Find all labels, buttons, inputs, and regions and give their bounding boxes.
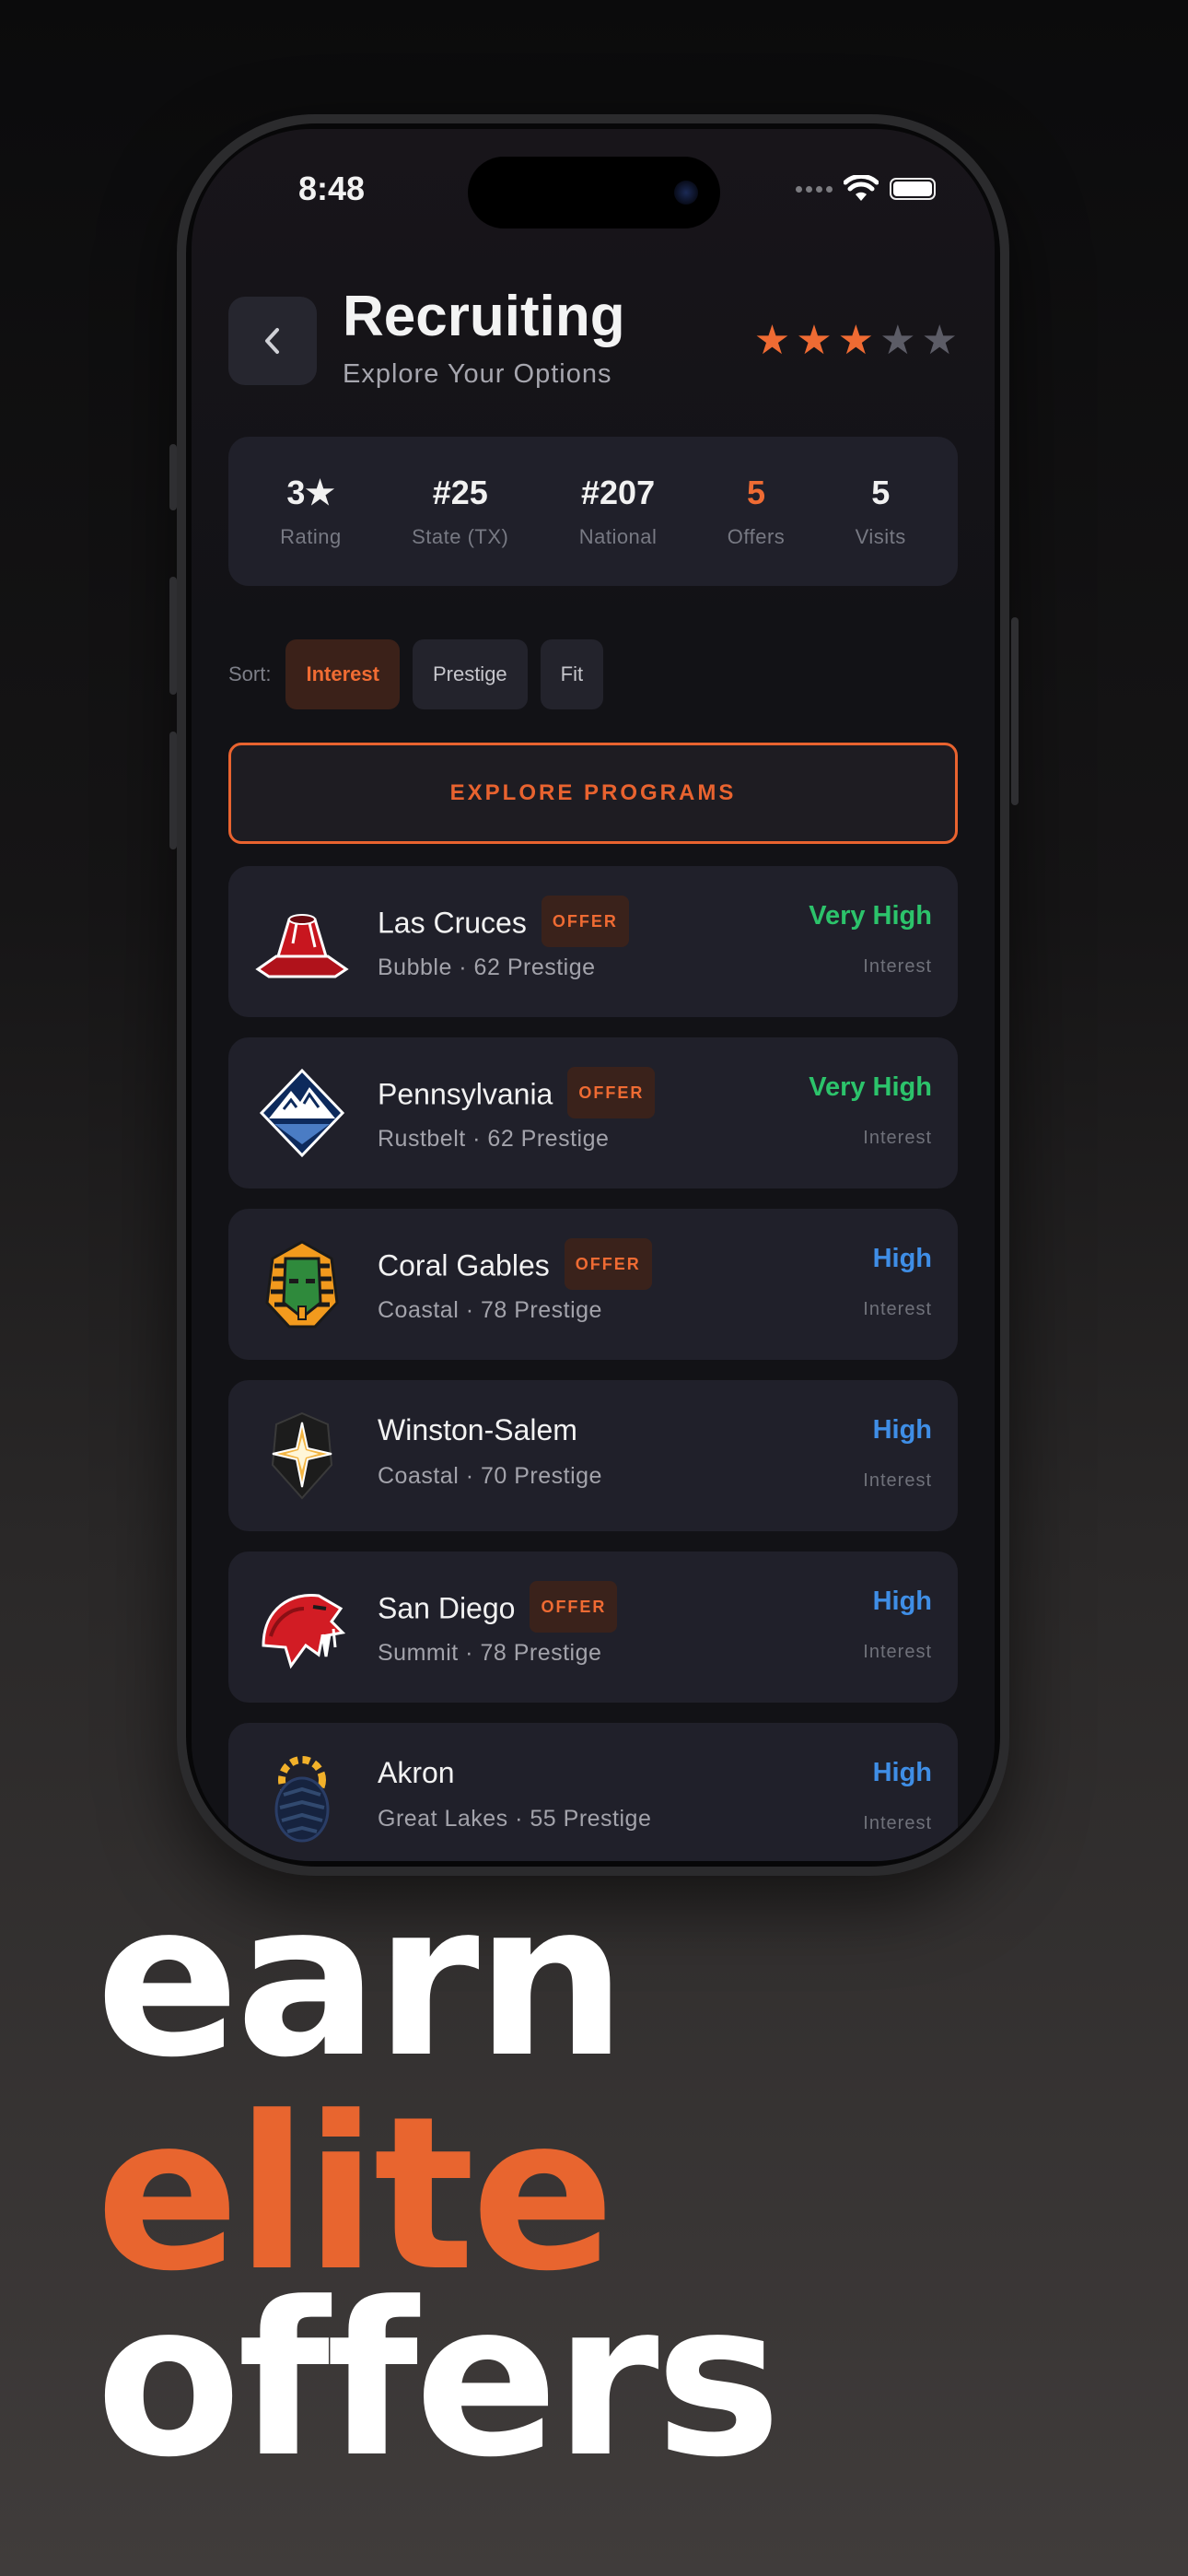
compass-star-icon <box>254 1410 350 1502</box>
tagline-line-3: offers <box>96 2258 781 2504</box>
star-filled-icon: ★ <box>837 317 875 364</box>
sort-chip-interest[interactable]: Interest <box>285 639 400 709</box>
program-card[interactable]: San Diego OFFER Summit · 78 Prestige High In… <box>228 1551 958 1703</box>
interest-level: High <box>872 1415 932 1445</box>
program-meta: Coastal · 78 Prestige <box>378 1297 602 1323</box>
interest-label: Interest <box>863 1813 932 1833</box>
dynamic-island <box>468 157 720 228</box>
program-name: Pennsylvania <box>378 1077 553 1111</box>
sort-chip-fit[interactable]: Fit <box>540 639 604 709</box>
star-rating: ★ ★ ★ ★ ★ <box>754 321 958 361</box>
program-name-row: Las Cruces OFFER <box>378 896 629 951</box>
sort-chip-prestige[interactable]: Prestige <box>412 639 528 709</box>
offer-badge: OFFER <box>541 896 629 947</box>
tagline-line-1: earn <box>96 1858 626 2104</box>
program-meta: Great Lakes · 55 Prestige <box>378 1806 652 1832</box>
sabertooth-icon <box>254 1581 350 1673</box>
program-name: Coral Gables <box>378 1248 550 1282</box>
program-card[interactable]: Pennsylvania OFFER Rustbelt · 62 Prestige V… <box>228 1037 958 1188</box>
program-name: Las Cruces <box>378 906 527 940</box>
stat-value: #25 <box>432 474 488 511</box>
program-name-row: Winston-Salem <box>378 1413 577 1447</box>
phone-power-button <box>1011 617 1019 805</box>
program-meta: Rustbelt · 62 Prestige <box>378 1126 610 1152</box>
sort-bar: Sort: Interest Prestige Fit <box>228 639 604 709</box>
stat-item: #25 State (TX) <box>412 474 508 549</box>
phone-volume-up <box>169 577 177 695</box>
app-screen: 8:48 Recruiting Explore Your Options ★ ★ ★… <box>192 129 995 1861</box>
program-meta: Coastal · 70 Prestige <box>378 1463 602 1489</box>
interest-level: High <box>872 1244 932 1273</box>
page-subtitle: Explore Your Options <box>343 359 612 389</box>
program-name-row: Pennsylvania OFFER <box>378 1067 656 1122</box>
program-meta: Bubble · 62 Prestige <box>378 954 596 980</box>
stat-value: 5 <box>747 474 766 511</box>
program-name-row: Coral Gables OFFER <box>378 1238 652 1294</box>
interest-label: Interest <box>863 1128 932 1148</box>
battery-icon <box>890 178 936 200</box>
page-title: Recruiting <box>343 285 625 348</box>
interest-level: Very High <box>809 1072 932 1102</box>
interest-level: High <box>872 1758 932 1787</box>
stat-item: 5 Offers <box>728 474 786 549</box>
stat-value: 3★ <box>286 474 335 511</box>
phone-volume-down <box>169 732 177 849</box>
camera-icon <box>674 181 698 205</box>
cellular-signal-icon <box>796 185 833 193</box>
star-empty-icon: ★ <box>879 317 916 364</box>
program-card[interactable]: Winston-Salem Coastal · 70 Prestige High In… <box>228 1380 958 1531</box>
program-card[interactable]: Coral Gables OFFER Coastal · 78 Prestige Hi… <box>228 1209 958 1360</box>
stat-item: #207 National <box>579 474 658 549</box>
star-empty-icon: ★ <box>921 317 958 364</box>
offer-badge: OFFER <box>530 1581 618 1633</box>
pharaoh-icon <box>254 1238 350 1330</box>
stat-value: #207 <box>581 474 656 511</box>
mountain-icon <box>254 1067 350 1159</box>
offer-badge: OFFER <box>564 1238 652 1290</box>
explore-programs-button[interactable]: EXPLORE PROGRAMS <box>228 743 958 844</box>
stat-label: National <box>578 525 658 548</box>
program-card[interactable]: Akron Great Lakes · 55 Prestige High Intere… <box>228 1723 958 1861</box>
stat-item: 5 Visits <box>856 474 906 549</box>
program-card[interactable]: Las Cruces OFFER Bubble · 62 Prestige Very … <box>228 866 958 1017</box>
status-time: 8:48 <box>298 170 366 207</box>
interest-label: Interest <box>863 1470 932 1491</box>
interest-label: Interest <box>863 1299 932 1319</box>
chevron-left-icon <box>265 328 279 354</box>
star-filled-icon: ★ <box>796 317 833 364</box>
stat-label: Rating <box>280 525 342 548</box>
stats-panel: 3★ Rating #25 State (TX) #207 National 5 Offers… <box>228 437 958 586</box>
stat-value: 5 <box>871 474 891 511</box>
offer-badge: OFFER <box>567 1067 656 1118</box>
wifi-icon <box>844 175 879 201</box>
stat-item: 3★ Rating <box>280 474 342 549</box>
interest-label: Interest <box>863 1642 932 1662</box>
stat-label: Offers <box>727 525 786 548</box>
program-name: Winston-Salem <box>378 1413 577 1446</box>
stat-label: State (TX) <box>412 525 509 548</box>
sort-label: Sort: <box>228 662 272 685</box>
interest-level: High <box>872 1587 932 1616</box>
gear-tire-icon <box>254 1752 350 1844</box>
interest-level: Very High <box>809 901 932 931</box>
volcano-icon <box>254 896 350 988</box>
program-name: Akron <box>378 1756 455 1789</box>
program-name-row: Akron <box>378 1756 455 1790</box>
program-name: San Diego <box>378 1591 516 1625</box>
program-meta: Summit · 78 Prestige <box>378 1640 602 1666</box>
program-list: Las Cruces OFFER Bubble · 62 Prestige Very … <box>228 866 958 1861</box>
star-filled-icon: ★ <box>753 317 791 364</box>
status-icons <box>796 175 936 203</box>
back-button[interactable] <box>228 297 317 385</box>
stat-label: Visits <box>855 525 906 548</box>
interest-label: Interest <box>863 956 932 977</box>
program-name-row: San Diego OFFER <box>378 1581 618 1636</box>
phone-action-button <box>169 444 177 510</box>
